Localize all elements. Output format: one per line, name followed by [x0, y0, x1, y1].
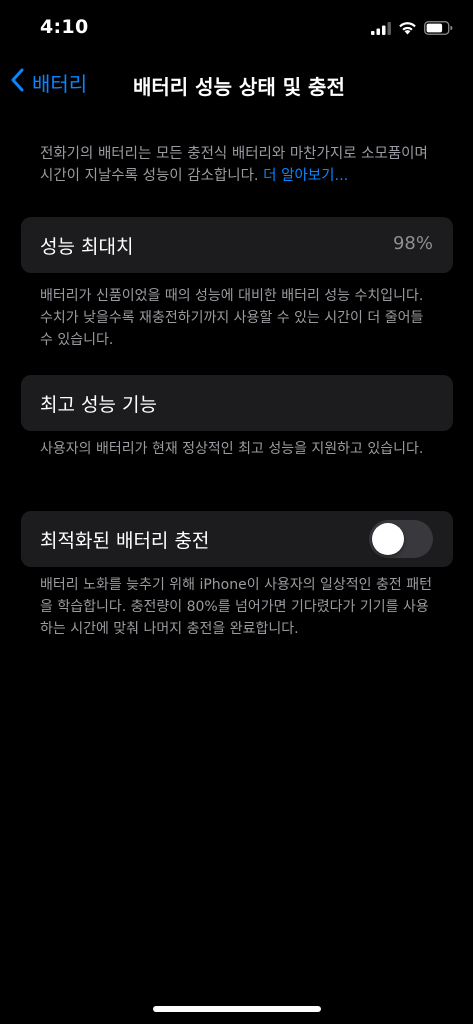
back-button[interactable]: 배터리	[10, 68, 87, 97]
cellular-signal-icon	[371, 20, 391, 39]
max-capacity-value: 98%	[392, 233, 433, 254]
intro-description: 전화기의 배터리는 모든 충전식 배터리와 마찬가지로 소모품이며 시간이 지날…	[40, 143, 440, 187]
peak-performance-label: 최고 성능 기능	[40, 394, 157, 416]
peak-performance-footnote: 사용자의 배터리가 현재 정상적인 최고 성능을 지원하고 있습니다.	[40, 441, 424, 457]
status-icons	[371, 20, 453, 39]
optimized-charging-footnote: 배터리 노화를 늦추기 위해 iPhone이 사용자의 일상적인 충전 패턴을 …	[40, 577, 432, 637]
max-capacity-footnote: 배터리가 신품이었을 때의 성능에 대비한 배터리 성능 수치입니다. 수치가 …	[40, 288, 424, 348]
nav-bar: 배터리 배터리 성능 상태 및 충전	[0, 58, 473, 110]
learn-more-link[interactable]: 더 알아보기...	[263, 168, 348, 184]
max-capacity-row: 성능 최대치 98%	[21, 217, 453, 273]
status-time: 4:10	[40, 16, 89, 38]
optimized-charging-label: 최적화된 배터리 충전	[40, 530, 210, 552]
optimized-charging-row: 최적화된 배터리 충전	[21, 511, 453, 567]
peak-performance-row: 최고 성능 기능	[21, 375, 453, 431]
toggle-knob	[372, 523, 404, 555]
intro-text: 전화기의 배터리는 모든 충전식 배터리와 마찬가지로 소모품이며 시간이 지날…	[40, 146, 428, 184]
home-indicator[interactable]	[153, 1006, 321, 1012]
wifi-icon	[398, 20, 417, 39]
battery-icon	[424, 20, 453, 39]
optimized-charging-toggle[interactable]	[369, 520, 433, 558]
status-bar: 4:10	[0, 0, 473, 58]
back-button-label: 배터리	[32, 72, 88, 96]
chevron-left-icon	[10, 68, 24, 97]
max-capacity-label: 성능 최대치	[40, 236, 134, 258]
page-title: 배터리 성능 상태 및 충전	[133, 75, 345, 99]
